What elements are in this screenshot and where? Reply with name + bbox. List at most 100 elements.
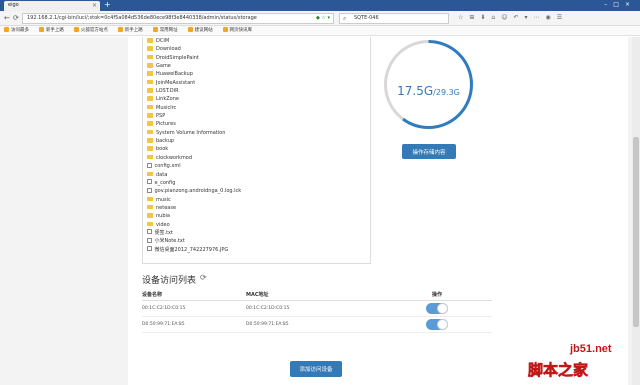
file-list-item[interactable]: PSP [147,112,366,120]
file-list-item[interactable]: JoinMeAssistant [147,79,366,87]
scrollbar-thumb[interactable] [633,137,639,327]
bookmark-item[interactable]: 常用网址 [152,26,178,36]
folder-icon [147,221,153,227]
folder-icon [147,129,153,135]
folder-icon [147,204,153,210]
url-text: 192.168.2.1/cgi-bin/luci/;stok=0c4f5a084… [27,15,257,21]
access-toggle[interactable] [426,319,448,330]
file-list-item[interactable]: 小米Note.txt [147,237,366,245]
bookmark-icon [73,27,79,32]
storage-usage: 17.5G/29.3G [381,84,476,98]
file-list-item[interactable]: DroidSimplePaint [147,54,366,62]
bookmark-item[interactable]: 网页快讯库 [222,26,252,36]
file-list-item[interactable]: gov.pianzong.androidnga_0.log.lck [147,187,366,195]
file-icon [147,162,152,168]
file-list-item[interactable]: Game [147,62,366,70]
file-list-item[interactable]: backup [147,137,366,145]
window-controls[interactable]: –□× [604,1,636,8]
file-list-item[interactable]: 便签.txt [147,229,366,237]
bookmark-item[interactable]: 新手上路 [117,26,143,36]
search-icon: ⌕ [343,15,347,22]
file-name: 便签.txt [154,229,173,236]
file-name: gov.pianzong.androidnga_0.log.lck [154,188,242,195]
file-list-item[interactable]: nubia [147,212,366,220]
bookmarks-bar: 访问最多 新手上路 火狐官方站点 新手上路 常用网址 建议网站 网页快讯库 [0,26,640,36]
back-icon[interactable]: ← [4,14,10,22]
bookmark-item[interactable]: 建议网站 [187,26,213,36]
folder-icon [147,71,153,76]
file-name: backup [156,138,175,145]
browser-tab[interactable]: eigo × [4,1,100,11]
file-list-item[interactable]: Pictures [147,120,366,128]
refresh-icon[interactable]: ⟳ [200,273,207,282]
folder-icon [147,46,153,51]
file-name: Download [156,46,181,53]
file-list-item[interactable]: HuaweiBackup [147,70,366,78]
file-list-item[interactable]: netease [147,204,366,212]
file-name: PSP [156,113,166,120]
toggle-knob [437,319,448,330]
folder-icon [147,79,153,85]
add-device-button[interactable]: 添加访问设备 [290,361,342,377]
folder-icon [147,63,153,68]
column-header-mac: MAC地址 [246,292,269,298]
bookmark-icon [38,27,44,32]
watermark-site: jb51.net [570,343,612,355]
bookmark-item[interactable]: 火狐官方站点 [73,26,108,36]
file-list-item[interactable]: Download [147,45,366,53]
bookmark-icon [152,27,158,32]
file-list-item[interactable]: book [147,145,366,153]
file-list[interactable]: DCIM Download DroidSimplePaint Game HuaweiBa… [142,37,371,264]
file-name: data [156,171,168,178]
search-input[interactable]: ⌕ SQTE-046 [339,13,449,24]
file-list-item[interactable]: music [147,196,366,204]
file-icon [147,237,152,243]
file-list-item[interactable]: video [147,221,366,229]
table-row: 00:1C:C2:1D:C0:15 00:1C:C2:1D:C0:15 [142,301,492,317]
bookmark-icon [187,27,193,32]
file-list-item[interactable]: data [147,171,366,179]
folder-icon [147,213,153,218]
toolbar-icons[interactable]: ☆⊞⬇⌂☺↶▾⋯◉☰ [458,14,568,21]
file-list-item[interactable]: System Volume Information [147,129,366,137]
search-value: SQTE-046 [354,15,379,21]
file-name: book [156,146,169,153]
toggle-knob [437,303,448,314]
file-list-item[interactable]: e_config [147,179,366,187]
manage-storage-button[interactable]: 操作存储内容 [402,144,456,159]
file-name: HuaweiBackup [156,71,193,78]
new-tab-icon[interactable]: + [104,0,111,9]
address-bar[interactable]: 192.168.2.1/cgi-bin/luci/;stok=0c4f5a084… [22,13,334,24]
access-toggle[interactable] [426,303,448,314]
file-name: Musiclrc [156,104,177,111]
folder-icon [147,138,153,143]
file-name: video [156,221,170,228]
file-list-item[interactable]: clockworkmod [147,154,366,162]
shield-icon[interactable]: ◆ ☆ ▾ [316,15,330,21]
folder-icon [147,38,153,43]
file-name: nubia [156,213,170,220]
file-name: 小米Note.txt [154,238,185,245]
folder-icon [147,121,153,126]
folder-icon [147,154,153,160]
bookmark-icon [222,27,228,32]
folder-icon [147,146,153,151]
file-icon [147,187,152,193]
bookmark-item[interactable]: 访问最多 [4,26,29,36]
scrollbar[interactable] [632,37,640,385]
file-list-item[interactable]: Musiclrc [147,104,366,112]
reload-icon[interactable]: ⟳ [13,14,19,22]
bookmark-item[interactable]: 新手上路 [38,26,64,36]
file-name: Pictures [156,121,176,128]
storage-used: 17.5G [397,84,434,98]
file-list-item[interactable]: config.xml [147,162,366,170]
file-name: DCIM [156,38,170,44]
file-list-item[interactable]: LinkZone [147,95,366,103]
file-list-item[interactable]: 微信桌面2012_742227976.JPG [147,246,366,254]
folder-icon [147,54,153,60]
close-icon[interactable]: × [92,2,97,9]
file-list-item[interactable]: DCIM [147,37,366,45]
file-list-item[interactable]: LOST.DIR [147,87,366,95]
table-row: D0:50:99:71:EA:85 D0:50:99:71:EA:85 [142,317,492,333]
folder-icon [147,196,153,202]
